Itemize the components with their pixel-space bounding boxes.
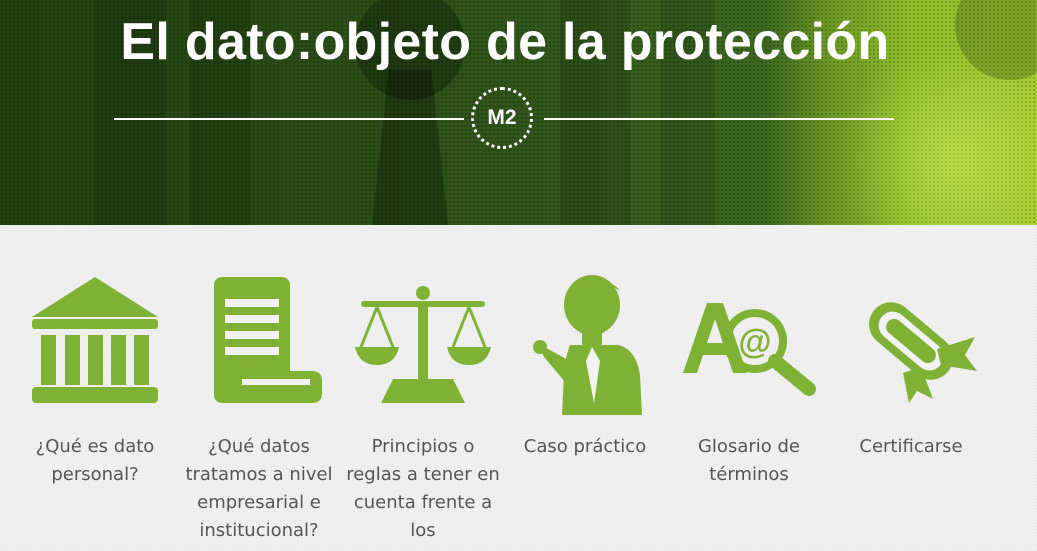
glossary-magnifier-icon: @ bbox=[683, 303, 816, 396]
menu-item-label: Certificarse bbox=[859, 436, 963, 457]
menu-item-label: Caso práctico bbox=[523, 436, 647, 457]
document-scroll-icon bbox=[214, 277, 322, 403]
scales-icon bbox=[355, 286, 491, 403]
menu-item-label: Principios o reglas a tener en cuenta fr… bbox=[346, 436, 500, 541]
svg-text:@: @ bbox=[738, 323, 771, 361]
menu-item-glosario[interactable]: @ Glosario de términos bbox=[664, 275, 834, 489]
menu-item-datos-tratamos[interactable]: ¿Qué datos tratamos a nivel empresarial … bbox=[174, 275, 344, 545]
menu-item-label: Glosario de términos bbox=[697, 436, 800, 485]
menu-item-label: ¿Qué es dato personal? bbox=[35, 436, 155, 485]
module-badge: M2 bbox=[471, 87, 533, 149]
menu-item-dato-personal[interactable]: ¿Qué es dato personal? bbox=[10, 275, 180, 489]
divider-line bbox=[114, 118, 464, 120]
menu-item-caso-practico[interactable]: Caso práctico bbox=[500, 275, 670, 461]
menu-item-certificarse[interactable]: Certificarse bbox=[826, 275, 996, 461]
module-menu: ¿Qué es dato personal? ¿Qué datos tratam… bbox=[0, 225, 1037, 551]
divider-line bbox=[544, 118, 894, 120]
bank-icon bbox=[32, 277, 158, 403]
header-banner: El dato:objeto de la protección M2 bbox=[0, 0, 1037, 225]
menu-item-label: ¿Qué datos tratamos a nivel empresarial … bbox=[185, 436, 333, 541]
person-pointing-icon bbox=[533, 275, 642, 415]
menu-item-principios[interactable]: Principios o reglas a tener en cuenta fr… bbox=[338, 275, 508, 545]
page-title: El dato:objeto de la protección bbox=[120, 13, 890, 71]
diploma-icon bbox=[869, 302, 977, 403]
